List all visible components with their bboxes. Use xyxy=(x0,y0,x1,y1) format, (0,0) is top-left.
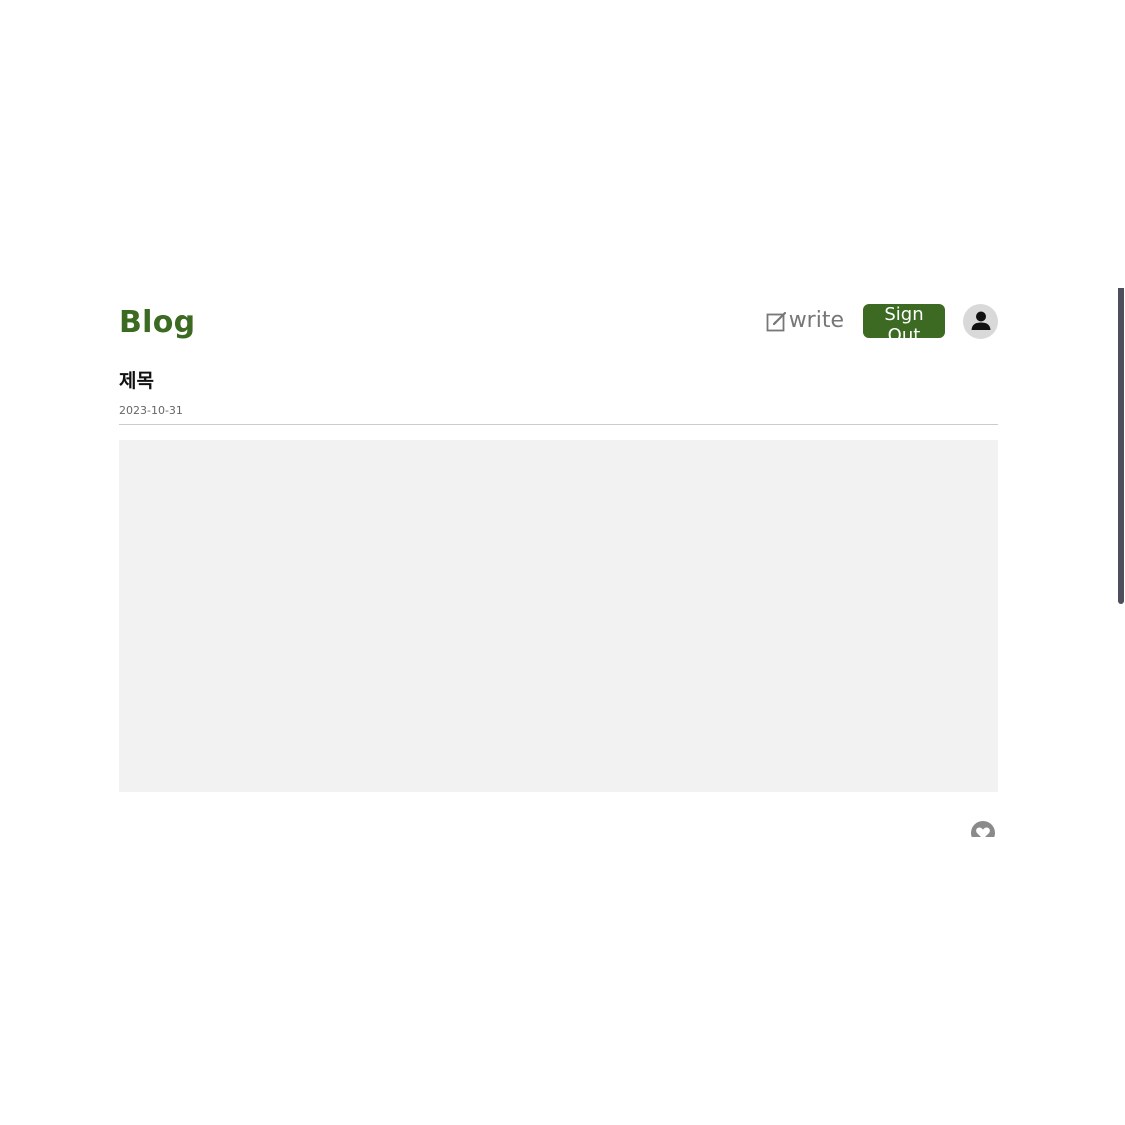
write-label: write xyxy=(788,308,844,333)
like-button[interactable] xyxy=(971,821,995,837)
header-actions: write Sign Out xyxy=(766,303,998,346)
sign-out-button[interactable]: Sign Out xyxy=(863,304,945,346)
scrollbar[interactable] xyxy=(1118,288,1124,604)
edit-square-icon xyxy=(766,311,786,332)
title-divider xyxy=(119,424,998,425)
site-header: Blog write Sign Out xyxy=(119,288,998,356)
main-container: Blog write Sign Out 제목 2023-10-31 xyxy=(119,288,998,837)
page-viewport: Blog write Sign Out 제목 2023-10-31 xyxy=(0,288,1125,837)
post-date: 2023-10-31 xyxy=(119,404,183,417)
user-icon xyxy=(971,311,990,330)
write-link[interactable]: write xyxy=(766,304,844,338)
heart-icon xyxy=(976,827,990,837)
post-title: 제목 xyxy=(119,370,154,392)
site-logo[interactable]: Blog xyxy=(119,304,195,342)
avatar[interactable] xyxy=(963,303,998,339)
post-content xyxy=(119,440,998,792)
